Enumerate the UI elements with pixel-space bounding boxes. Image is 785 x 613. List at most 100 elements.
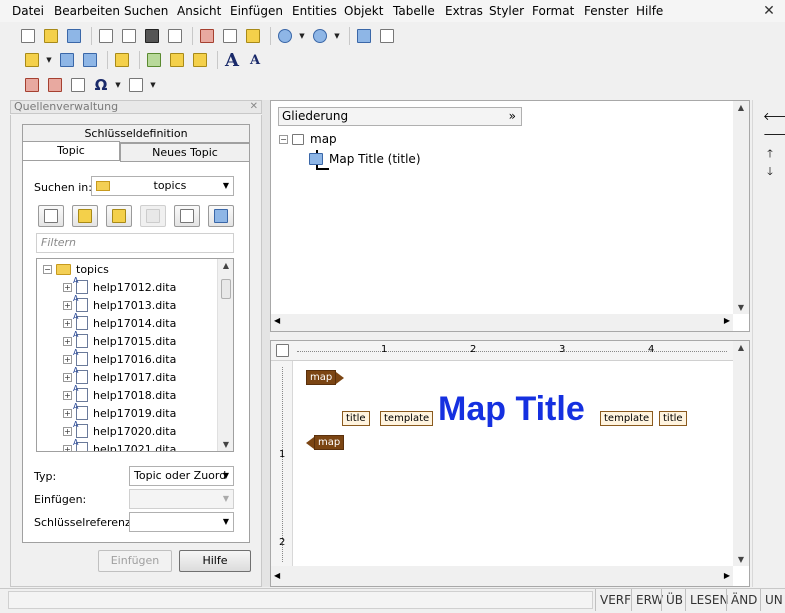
scroll-right-icon[interactable]: ▶ (724, 316, 730, 325)
menu-suchen[interactable]: Suchen (124, 4, 168, 18)
outline-vertical-scrollbar[interactable]: ▲ ▼ (733, 101, 749, 314)
outline-root[interactable]: − map (279, 132, 337, 146)
refresh-button[interactable] (174, 205, 200, 227)
print-preview-button[interactable] (119, 26, 139, 46)
tree-file-item[interactable]: + help17019.dita (63, 402, 176, 422)
back-button[interactable] (72, 205, 98, 227)
insert-symbol-button[interactable]: Ω (91, 75, 111, 95)
redo-button[interactable] (310, 26, 330, 46)
collapse-icon[interactable]: − (43, 264, 52, 274)
menu-entities[interactable]: Entities (292, 4, 337, 18)
scroll-up-icon[interactable]: ▲ (218, 261, 233, 270)
search-in-dropdown[interactable]: topics ▼ (91, 176, 234, 196)
type-dropdown[interactable]: Topic oder Zuord ▼ (129, 466, 234, 486)
tree-file-item[interactable]: + help17015.dita (63, 330, 176, 350)
insert-button[interactable]: Einfügen (98, 550, 172, 572)
menu-format[interactable]: Format (532, 4, 574, 18)
tree-file-item[interactable]: + help17014.dita (63, 312, 176, 332)
expand-icon[interactable]: + (63, 300, 72, 310)
template-end-tag[interactable]: template (600, 411, 654, 426)
menu-ansicht[interactable]: Ansicht (177, 4, 221, 18)
increase-font-button[interactable]: A (222, 50, 242, 71)
expand-icon[interactable]: + (63, 282, 72, 292)
collapse-icon[interactable]: − (279, 134, 288, 144)
scroll-down-icon[interactable]: ▼ (218, 440, 233, 449)
menu-fenster[interactable]: Fenster (584, 4, 629, 18)
map-title-text[interactable]: Map Title (438, 390, 585, 429)
table-view-button[interactable] (354, 26, 374, 46)
tree-file-item[interactable]: + help17020.dita (63, 420, 176, 440)
map-end-tag[interactable]: map (305, 435, 345, 450)
id-button[interactable] (144, 50, 164, 70)
vertical-splitter[interactable] (262, 100, 270, 587)
outline-horizontal-scrollbar[interactable]: ◀ ▶ (271, 314, 733, 331)
scroll-left-icon[interactable]: ◀ (274, 571, 280, 580)
expand-icon[interactable]: + (63, 408, 72, 418)
menu-tabelle[interactable]: Tabelle (393, 4, 435, 18)
expand-icon[interactable]: + (63, 426, 72, 436)
validate-button[interactable] (112, 50, 132, 70)
menu-extras[interactable]: Extras (445, 4, 483, 18)
arrow-right-icon[interactable]: 🡒 (763, 127, 785, 141)
structure-view-button[interactable] (377, 26, 397, 46)
new-folder-button[interactable] (140, 205, 166, 227)
arrow-down-icon[interactable]: 🡓 (763, 163, 777, 182)
insert-element-dropdown[interactable]: ▼ (45, 50, 53, 70)
template-start-tag[interactable]: template (380, 411, 434, 426)
expand-icon[interactable]: + (63, 390, 72, 400)
insert-symbol-dropdown[interactable]: ▼ (114, 75, 122, 95)
insert-code-button[interactable] (22, 75, 42, 95)
scroll-thumb[interactable] (221, 279, 231, 299)
expand-icon[interactable]: + (63, 336, 72, 346)
web-button[interactable] (208, 205, 234, 227)
insert-pi-button[interactable] (68, 75, 88, 95)
line-spacing-button[interactable] (126, 75, 146, 95)
new-document-button[interactable] (18, 26, 38, 46)
menu-objekt[interactable]: Objekt (344, 4, 383, 18)
spellcheck-button[interactable] (165, 26, 185, 46)
expand-icon[interactable]: + (63, 354, 72, 364)
up-folder-button[interactable] (106, 205, 132, 227)
filter-input[interactable]: Filtern (36, 233, 234, 253)
scroll-down-icon[interactable]: ▼ (733, 303, 749, 312)
help-button[interactable]: Hilfe (179, 550, 251, 572)
scroll-right-icon[interactable]: ▶ (724, 571, 730, 580)
tree-scrollbar[interactable]: ▲ ▼ (217, 259, 233, 451)
line-spacing-dropdown[interactable]: ▼ (149, 75, 157, 95)
edit-attribute-button[interactable] (57, 50, 77, 70)
close-icon[interactable]: ✕ (250, 101, 258, 113)
title-end-tag[interactable]: title (659, 411, 687, 426)
tree-file-item[interactable]: + help17017.dita (63, 366, 176, 386)
arrow-up-icon[interactable]: 🡑 (763, 145, 777, 164)
menu-bearbeiten[interactable]: Bearbeiten (54, 4, 120, 18)
cut-button[interactable] (197, 26, 217, 46)
insert-markup-button[interactable] (45, 75, 65, 95)
expand-icon[interactable]: + (63, 444, 72, 451)
scroll-up-icon[interactable]: ▲ (733, 103, 749, 112)
tree-file-item[interactable]: + help17012.dita (63, 276, 176, 296)
save-button[interactable] (64, 26, 84, 46)
tab-new-topic[interactable]: Neues Topic (120, 143, 250, 162)
arrow-left-icon[interactable]: 🡐 (763, 109, 785, 123)
menu-styler[interactable]: Styler (489, 4, 524, 18)
duplicate-button[interactable] (80, 50, 100, 70)
close-icon[interactable]: ✕ (761, 3, 777, 19)
paste-button[interactable] (243, 26, 263, 46)
tree-file-item[interactable]: + help17013.dita (63, 294, 176, 314)
scroll-down-icon[interactable]: ▼ (733, 555, 749, 564)
insert-element-button[interactable] (22, 50, 42, 70)
insert-dropdown[interactable]: ▼ (129, 489, 234, 509)
undo-dropdown[interactable]: ▼ (298, 26, 306, 46)
conref-button[interactable] (167, 50, 187, 70)
scroll-up-icon[interactable]: ▲ (733, 343, 749, 352)
find-button[interactable] (142, 26, 162, 46)
menu-einfuegen[interactable]: Einfügen (230, 4, 283, 18)
expand-icon[interactable]: + (63, 318, 72, 328)
tree-root-folder[interactable]: − topics (43, 261, 109, 277)
tree-file-item[interactable]: + help17021.dita (63, 438, 176, 451)
decrease-font-button[interactable]: A (245, 50, 265, 70)
editor-vertical-scrollbar[interactable]: ▲ ▼ (733, 341, 749, 566)
print-button[interactable] (96, 26, 116, 46)
redo-dropdown[interactable]: ▼ (333, 26, 341, 46)
undo-button[interactable] (275, 26, 295, 46)
